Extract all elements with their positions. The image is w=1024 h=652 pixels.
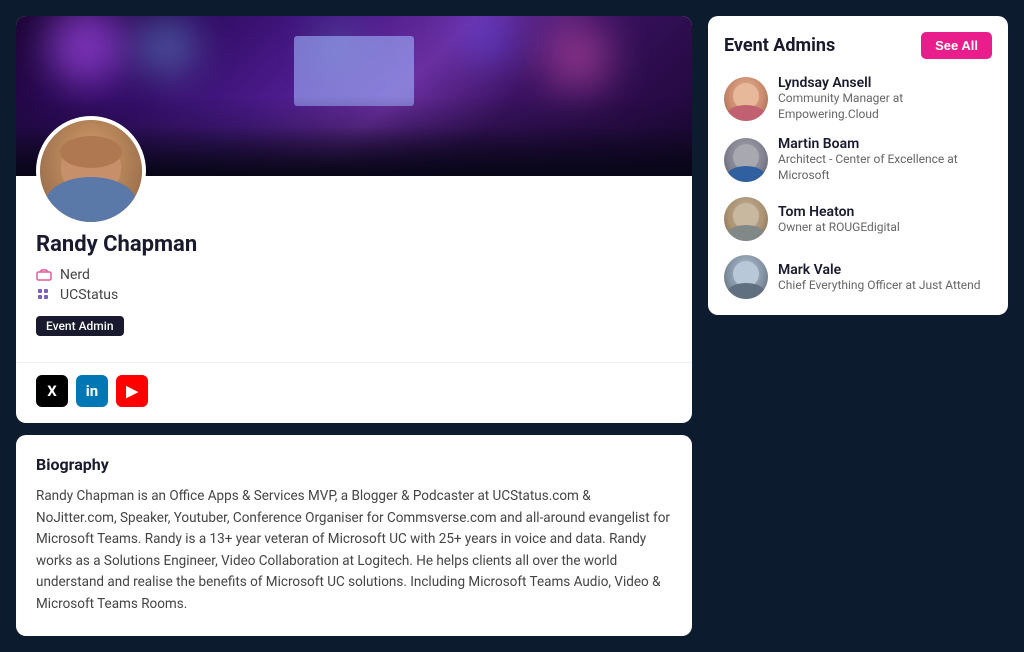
face-body: [727, 166, 765, 182]
meta-title: Nerd: [36, 267, 672, 283]
sidebar: Event Admins See All Lyndsay Ansell Comm…: [708, 16, 1008, 636]
admin-name: Lyndsay Ansell: [778, 75, 992, 91]
avatar-body: [46, 177, 136, 222]
briefcase-icon: [36, 267, 52, 283]
admins-title: Event Admins: [724, 35, 835, 56]
title-text: Nerd: [60, 267, 90, 283]
linkedin-label: in: [86, 382, 98, 400]
admin-info: Tom Heaton Owner at ROUGEdigital: [778, 204, 992, 236]
admin-info: Martin Boam Architect - Center of Excell…: [778, 136, 992, 183]
face-body: [727, 283, 765, 299]
admin-name: Mark Vale: [778, 262, 992, 278]
linkedin-button[interactable]: in: [76, 375, 108, 407]
admin-role: Community Manager at Empowering.Cloud: [778, 91, 992, 122]
admin-list: Lyndsay Ansell Community Manager at Empo…: [724, 75, 992, 299]
biography-card: Biography Randy Chapman is an Office App…: [16, 435, 692, 636]
admin-item[interactable]: Lyndsay Ansell Community Manager at Empo…: [724, 75, 992, 122]
social-links: X in ▶: [16, 362, 692, 423]
profile-name: Randy Chapman: [36, 232, 672, 257]
event-admins-card: Event Admins See All Lyndsay Ansell Comm…: [708, 16, 1008, 315]
profile-body: Randy Chapman Nerd: [16, 176, 692, 362]
admin-role: Owner at ROUGEdigital: [778, 220, 992, 236]
admin-avatar-face: [724, 77, 768, 121]
admin-avatar: [724, 197, 768, 241]
meta-company: UCStatus: [36, 287, 672, 303]
twitter-button[interactable]: X: [36, 375, 68, 407]
admin-avatar-face: [724, 197, 768, 241]
profile-meta: Nerd UCStatus: [36, 267, 672, 303]
admin-item[interactable]: Tom Heaton Owner at ROUGEdigital: [724, 197, 992, 241]
light-pink: [542, 21, 612, 91]
admin-item[interactable]: Martin Boam Architect - Center of Excell…: [724, 136, 992, 183]
admin-name: Martin Boam: [778, 136, 992, 152]
admin-avatar-face: [724, 255, 768, 299]
light-purple: [46, 16, 126, 86]
face-body: [727, 225, 765, 241]
admin-role: Chief Everything Officer at Just Attend: [778, 278, 992, 294]
avatar: [36, 116, 146, 226]
light-violet: [462, 16, 512, 61]
twitter-label: X: [47, 382, 57, 400]
company-text: UCStatus: [60, 287, 118, 303]
admin-avatar: [724, 138, 768, 182]
light-blue: [136, 16, 196, 76]
grid-icon: [36, 287, 52, 303]
admin-info: Lyndsay Ansell Community Manager at Empo…: [778, 75, 992, 122]
youtube-button[interactable]: ▶: [116, 375, 148, 407]
face-body: [727, 105, 765, 121]
admin-avatar: [724, 255, 768, 299]
avatar-hair: [60, 136, 122, 168]
admin-avatar-face: [724, 138, 768, 182]
admin-role: Architect - Center of Excellence at Micr…: [778, 152, 992, 183]
main-content: Randy Chapman Nerd: [16, 16, 692, 636]
event-admin-badge: Event Admin: [36, 316, 124, 336]
profile-card: Randy Chapman Nerd: [16, 16, 692, 423]
biography-text: Randy Chapman is an Office Apps & Servic…: [36, 486, 672, 616]
youtube-label: ▶: [126, 382, 138, 400]
admin-info: Mark Vale Chief Everything Officer at Ju…: [778, 262, 992, 294]
avatar-placeholder: [40, 120, 142, 222]
admins-header: Event Admins See All: [724, 32, 992, 59]
biography-title: Biography: [36, 455, 672, 474]
admin-name: Tom Heaton: [778, 204, 992, 220]
see-all-button[interactable]: See All: [921, 32, 992, 59]
admin-avatar: [724, 77, 768, 121]
admin-item[interactable]: Mark Vale Chief Everything Officer at Ju…: [724, 255, 992, 299]
